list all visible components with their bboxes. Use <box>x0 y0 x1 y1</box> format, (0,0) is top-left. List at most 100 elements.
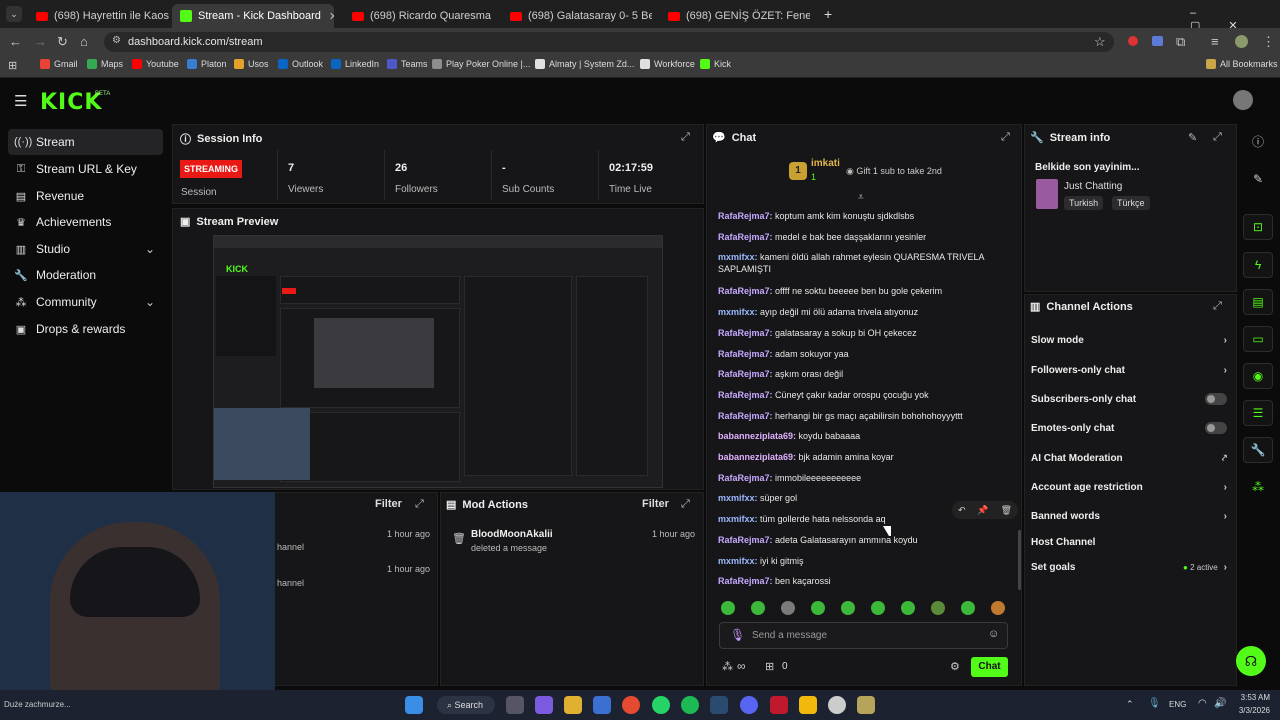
gift-sub-link[interactable]: ◉ Gift 1 sub to take 2nd <box>846 166 942 177</box>
home-icon[interactable]: ⌂ <box>80 34 88 49</box>
new-tab-icon[interactable]: + <box>824 6 832 22</box>
support-button[interactable]: ☊ <box>1236 646 1266 676</box>
chat-message[interactable]: RafaRejma7: aşkım orası değil <box>718 368 1008 380</box>
sidebar-item-stream-url-key[interactable]: ⚿ Stream URL & Key <box>8 156 163 182</box>
bookmark-star-icon[interactable]: ☆ <box>1094 34 1106 50</box>
chrome-icon[interactable] <box>622 696 640 714</box>
sidebar-item-stream[interactable]: ((·)) Stream <box>8 129 163 155</box>
sidebar-item-studio[interactable]: ▥ Studio ⌄ <box>8 236 163 262</box>
chat-message[interactable]: RafaRejma7: medel e bak bee daşşaklarını… <box>718 231 1008 243</box>
edit-icon[interactable]: ✎ <box>1188 131 1197 144</box>
browser-tab[interactable]: (698) Galatasaray 0- 5 Beşiktaş ✕ <box>502 4 652 28</box>
media-icon[interactable]: ≡ <box>1211 34 1219 49</box>
channel-action-row[interactable]: AI Chat Moderation ⤤ <box>1031 449 1227 467</box>
language-indicator[interactable]: ENG <box>1169 700 1186 709</box>
expand-icon[interactable]: ⤢ <box>1213 300 1222 313</box>
url-input[interactable]: dashboard.kick.com/stream <box>104 32 1114 52</box>
translate-icon[interactable] <box>1152 36 1163 46</box>
paint-icon[interactable]: ⁂ <box>722 660 733 673</box>
emote-button[interactable] <box>751 601 765 615</box>
task-view-icon[interactable] <box>506 696 524 714</box>
emoji-icon[interactable]: ☺ <box>988 628 999 640</box>
stream-preview-video[interactable]: KICK <box>213 235 663 488</box>
edit-icon[interactable]: ✎ <box>1243 166 1273 192</box>
emote-button[interactable] <box>901 601 915 615</box>
channel-action-row[interactable]: Subscribers-only chat <box>1031 390 1227 408</box>
bookmark-item[interactable]: LinkedIn <box>331 59 379 69</box>
community-icon[interactable]: ⁂ <box>1243 474 1273 500</box>
bookmark-item[interactable]: Gmail <box>40 59 78 69</box>
all-bookmarks[interactable]: All Bookmarks <box>1206 59 1278 69</box>
bookmark-item[interactable]: Maps <box>87 59 123 69</box>
expand-icon[interactable]: ⤢ <box>1001 131 1010 144</box>
wifi-icon[interactable]: ◠ <box>1198 698 1207 709</box>
chat-message[interactable]: RafaRejma7: herhangi bir gs maçı açabili… <box>718 410 1008 422</box>
clock-date[interactable]: 3/3/2026 <box>1236 706 1270 715</box>
extensions-icon[interactable]: ⧉ <box>1176 34 1185 50</box>
reply-icon[interactable]: ↶ <box>958 505 966 516</box>
close-tab-icon[interactable]: ✕ <box>321 10 334 23</box>
expand-icon[interactable]: ⤢ <box>1213 131 1222 144</box>
tray-chevron-icon[interactable]: ⌃ <box>1126 699 1134 710</box>
menu-icon[interactable]: ⋮ <box>1262 34 1275 50</box>
obs-icon[interactable] <box>828 696 846 714</box>
chat-username[interactable]: RafaRejma7 <box>718 211 770 221</box>
chat-username[interactable]: mxmifxx <box>718 493 755 503</box>
emote-button[interactable] <box>961 601 975 615</box>
info-icon[interactable]: ⓘ <box>1243 128 1273 154</box>
site-info-icon[interactable]: ⚙ <box>112 35 121 46</box>
channel-action-row[interactable]: Slow mode › <box>1031 331 1227 349</box>
chat-username[interactable]: RafaRejma7 <box>718 349 770 359</box>
sidebar-item-drops-rewards[interactable]: ▣ Drops & rewards <box>8 316 163 342</box>
tab-search-icon[interactable]: ⌄ <box>6 6 22 22</box>
channel-action-row[interactable]: Followers-only chat › <box>1031 361 1227 379</box>
chat-message[interactable]: RafaRejma7: galatasaray a sokup bi OH çe… <box>718 327 1008 339</box>
volume-icon[interactable]: 🔊 <box>1214 698 1226 709</box>
chat-message[interactable]: mxmifxx: ayıp değil mi ölü adama trivela… <box>718 306 1008 318</box>
chat-username[interactable]: RafaRejma7 <box>718 390 770 400</box>
bolt-icon[interactable]: ϟ <box>1243 252 1273 278</box>
delete-icon[interactable]: 🗑 <box>1001 505 1012 516</box>
sidebar-item-revenue[interactable]: ▤ Revenue <box>8 183 163 209</box>
channel-action-row[interactable]: Host Channel <box>1031 533 1227 551</box>
expand-icon[interactable]: ⤢ <box>415 498 424 511</box>
sidebar-item-community[interactable]: ⁂ Community ⌄ <box>8 289 163 315</box>
extension-icon[interactable] <box>1128 36 1138 46</box>
chat-message[interactable]: mxmifxx: iyi ki gitmiş <box>718 555 1008 567</box>
chat-message[interactable]: mxmifxx: kameni öldü allah rahmet eylesi… <box>718 251 1008 275</box>
apps-icon[interactable]: ⊞ <box>8 59 17 72</box>
bookmark-item[interactable]: Kick <box>700 59 731 69</box>
whatsapp-icon[interactable] <box>652 696 670 714</box>
chat-username[interactable]: babanneziplata69 <box>718 431 793 441</box>
bookmark-item[interactable]: Youtube <box>132 59 179 69</box>
emote-button[interactable] <box>721 601 735 615</box>
chat-username[interactable]: mxmifxx <box>718 307 755 317</box>
start-button[interactable] <box>405 696 423 714</box>
taskbar-search[interactable]: ⌕ Search <box>437 696 495 714</box>
binance-icon[interactable] <box>799 696 817 714</box>
queue-icon[interactable]: ☰ <box>1243 400 1273 426</box>
sidebar-item-moderation[interactable]: 🔧 Moderation <box>8 262 163 288</box>
bookmark-item[interactable]: Play Poker Online |... <box>432 59 530 69</box>
chat-message[interactable]: RafaRejma7: Cüneyt çakır kadar orospu ço… <box>718 389 1008 401</box>
chat-username[interactable]: mxmifxx <box>718 252 755 262</box>
user-avatar[interactable] <box>1233 90 1253 110</box>
chat-icon[interactable]: ▭ <box>1243 326 1273 352</box>
steam-icon[interactable] <box>710 696 728 714</box>
chat-message[interactable]: RafaRejma7: adeta Galatasarayın ammına k… <box>718 534 1008 546</box>
expand-icon[interactable]: ⤢ <box>681 498 690 511</box>
filter-button[interactable]: Filter <box>375 498 402 510</box>
sidebar-item-achievements[interactable]: ♛ Achievements <box>8 209 163 235</box>
tools-icon[interactable]: 🔧 <box>1243 437 1273 463</box>
chat-message[interactable]: RafaRejma7: ben kaçarossi <box>718 575 1008 587</box>
copilot-icon[interactable] <box>535 696 553 714</box>
pinned-toggle-icon[interactable]: ⩡ <box>858 192 864 203</box>
channel-action-row[interactable]: Banned words › <box>1031 507 1227 525</box>
broadcast-icon[interactable]: ◉ <box>1243 363 1273 389</box>
kick-logo[interactable]: KICK <box>40 90 102 115</box>
browser-tab[interactable]: Stream - Kick Dashboard ✕ <box>172 4 334 28</box>
emote-button[interactable] <box>991 601 1005 615</box>
profile-avatar[interactable] <box>1235 35 1248 48</box>
chat-message[interactable]: RafaRejma7: immobileeeeeeeeeee <box>718 472 1008 484</box>
app-icon[interactable] <box>857 696 875 714</box>
